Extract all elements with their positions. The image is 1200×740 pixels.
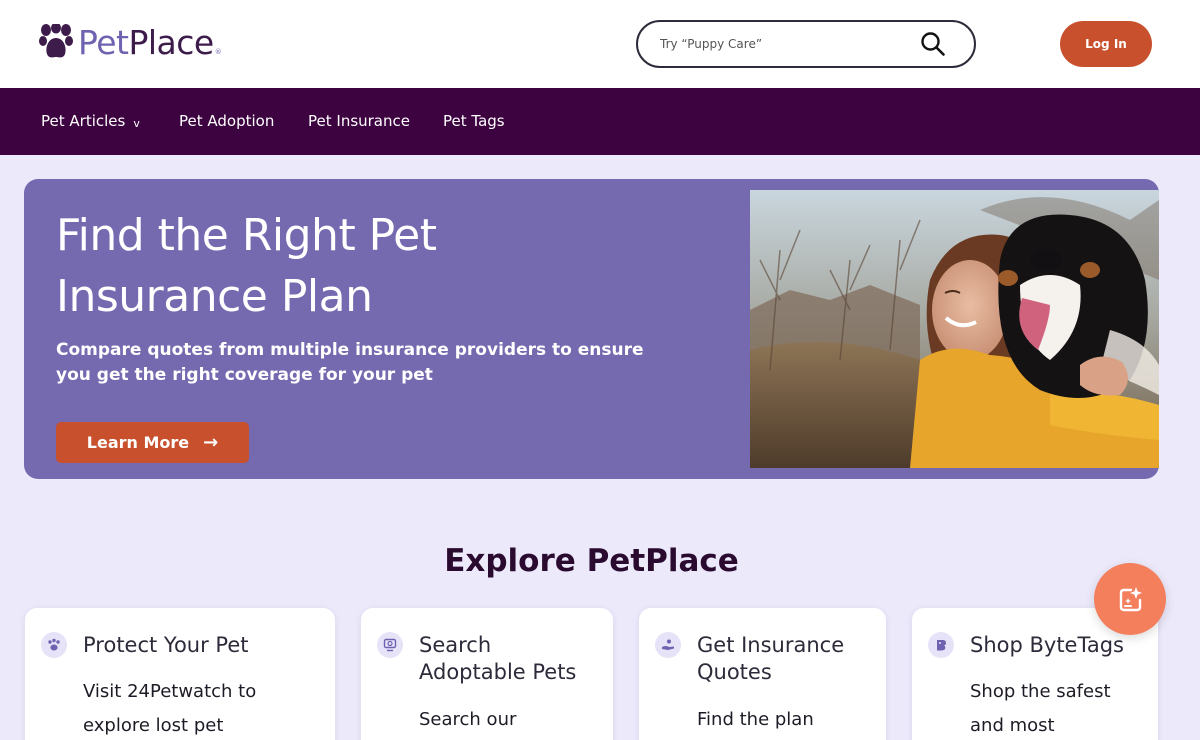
hero-image: [750, 190, 1159, 468]
explore-title: Explore PetPlace: [444, 543, 739, 579]
card-body: Visit 24Petwatch to explore lost pet: [83, 681, 257, 736]
card-protect-your-pet[interactable]: Protect Your Pet Visit 24Petwatch to exp…: [25, 608, 335, 740]
chevron-down-icon: v: [133, 117, 140, 130]
login-button[interactable]: Log In: [1060, 21, 1152, 67]
ai-chat-button[interactable]: [1094, 563, 1166, 635]
card-get-insurance-quotes[interactable]: Get Insurance Quotes Find the plan: [639, 608, 886, 740]
paw-icon: [41, 632, 67, 658]
search-bar: [636, 20, 976, 68]
logo-wordmark: PetPlace: [78, 22, 214, 62]
woman-hugging-dog-photo: [750, 190, 1159, 468]
ai-sparkle-chat-icon: [1119, 587, 1142, 612]
card-search-adoptable-pets[interactable]: Search Adoptable Pets Search our: [361, 608, 613, 740]
petplace-logo[interactable]: PetPlace ®: [39, 24, 222, 60]
learn-more-label: Learn More: [86, 433, 190, 452]
main-nav: Pet Articles v Pet Adoption Pet Insurance…: [0, 88, 1200, 155]
nav-item-pet-adoption[interactable]: Pet Adoption: [179, 112, 274, 130]
adopt-search-icon: [377, 632, 403, 658]
hero-subtitle: Compare quotes from multiple insurance p…: [56, 340, 644, 385]
nav-item-label: Pet Articles: [41, 112, 126, 130]
card-title: Protect Your Pet: [83, 633, 249, 657]
nav-item-label: Pet Tags: [443, 112, 505, 130]
nav-item-pet-tags[interactable]: Pet Tags: [443, 112, 505, 130]
search-icon[interactable]: [920, 31, 946, 57]
site-header: PetPlace ® Log In: [0, 0, 1200, 88]
card-title: Search Adoptable Pets: [419, 633, 577, 684]
card-title: Shop ByteTags: [970, 633, 1124, 657]
card-title: Get Insurance Quotes: [697, 633, 845, 684]
nav-item-label: Pet Adoption: [179, 112, 275, 130]
bytetag-icon: [928, 632, 954, 658]
search-input[interactable]: [660, 32, 910, 56]
hero-title: Find the Right Pet Insurance Plan: [56, 210, 437, 322]
card-body: Search our: [419, 709, 517, 730]
hero-banner: Find the Right Pet Insurance Plan Compar…: [24, 179, 1159, 479]
paw-logo-icon: [39, 24, 73, 58]
nav-item-label: Pet Insurance: [308, 112, 410, 130]
nav-item-pet-insurance[interactable]: Pet Insurance: [308, 112, 410, 130]
insurance-hand-icon: [655, 632, 681, 658]
arrow-right-icon: →: [203, 432, 219, 453]
learn-more-button[interactable]: Learn More →: [56, 422, 249, 463]
card-body: Find the plan: [697, 709, 814, 730]
card-body: Shop the safest and most: [970, 681, 1111, 736]
nav-item-pet-articles[interactable]: Pet Articles v: [41, 112, 140, 130]
registered-mark: ®: [214, 48, 222, 56]
